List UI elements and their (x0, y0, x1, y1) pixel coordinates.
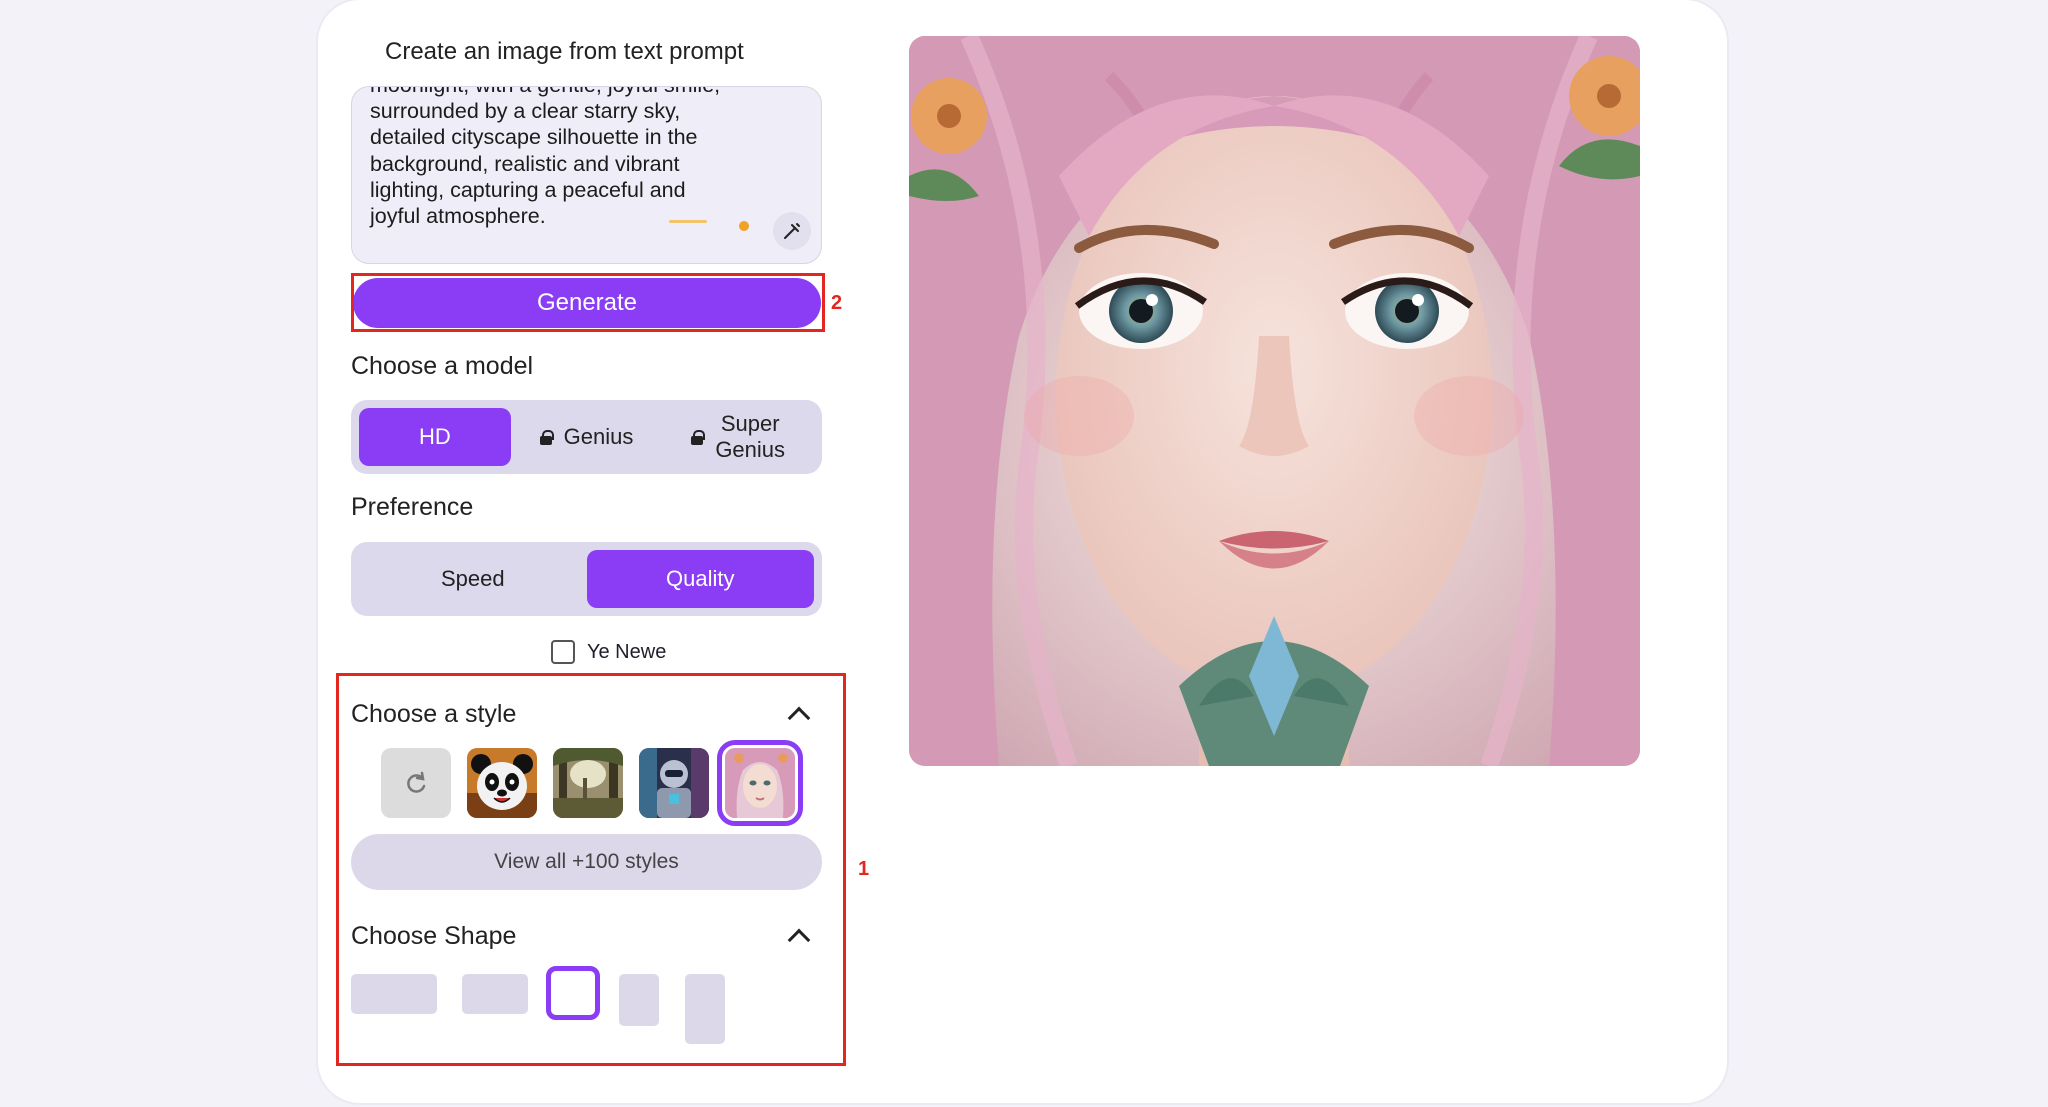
status-dot (739, 221, 749, 231)
model-option-genius[interactable]: Genius (511, 408, 663, 466)
model-option-label: Genius (563, 424, 634, 449)
generated-image[interactable] (909, 36, 1640, 766)
enhance-prompt-button[interactable] (773, 212, 811, 250)
annotation-number-2: 2 (831, 292, 843, 314)
model-section-label: Choose a model (351, 352, 534, 380)
spellcheck-underline (669, 220, 707, 223)
preference-option-quality[interactable]: Quality (586, 550, 814, 608)
model-option-label: HD (418, 424, 451, 449)
lock-icon (691, 430, 706, 445)
panel-title: Create an image from text prompt (385, 38, 744, 65)
preference-option-label: Speed (440, 566, 505, 591)
preference-option-speed[interactable]: Speed (359, 550, 587, 608)
prompt-textarea[interactable]: moonlight, with a gentle, joyful smile, … (351, 86, 822, 264)
prompt-text[interactable]: moonlight, with a gentle, joyful smile, … (370, 87, 757, 229)
annotation-box-1 (336, 673, 846, 1066)
magic-wand-icon (784, 223, 800, 239)
annotation-number-1: 1 (858, 858, 870, 880)
ye-newe-checkbox[interactable] (551, 640, 575, 664)
preference-selector: Speed Quality (351, 542, 822, 616)
model-selector: HD Genius Super Genius (351, 400, 822, 474)
ye-newe-option[interactable]: Ye Newe (551, 640, 666, 664)
model-option-hd[interactable]: HD (359, 408, 511, 466)
preference-option-label: Quality (666, 566, 735, 591)
annotation-box-2 (351, 273, 825, 332)
model-option-super-genius[interactable]: Super Genius (662, 408, 814, 466)
checkbox-label: Ye Newe (587, 640, 667, 663)
generated-portrait (909, 36, 1640, 766)
model-option-label: Super Genius (715, 411, 786, 462)
lock-icon (539, 430, 554, 445)
preference-section-label: Preference (351, 493, 474, 521)
